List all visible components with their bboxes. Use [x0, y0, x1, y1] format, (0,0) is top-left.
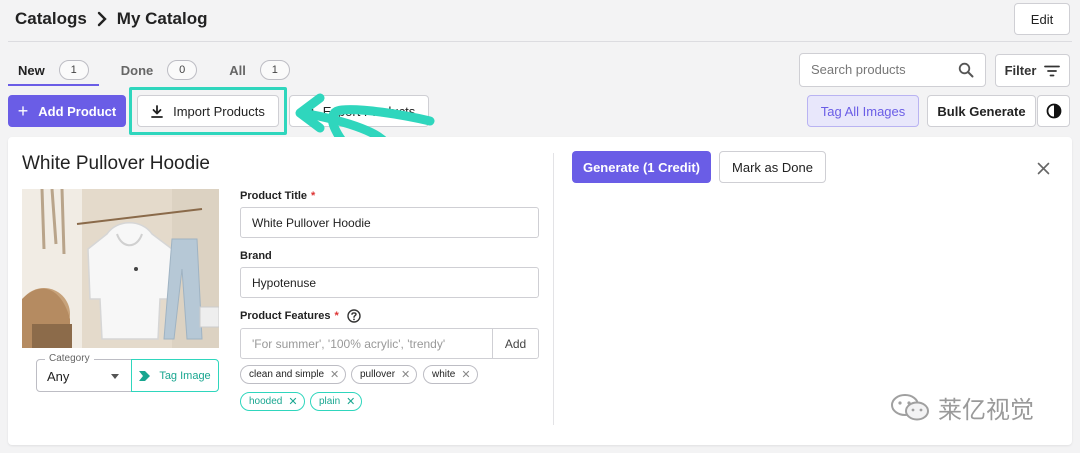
plus-icon: +	[17, 100, 29, 121]
feature-chip-label: hooded	[249, 396, 283, 407]
category-value: Any	[47, 369, 70, 384]
product-features-field: Add	[240, 328, 539, 359]
header-divider	[8, 41, 1072, 42]
tag-all-images-button[interactable]: Tag All Images	[807, 95, 919, 127]
search-icon[interactable]	[958, 62, 974, 83]
tab-done-count: 0	[167, 60, 198, 80]
category-select[interactable]: Category Any	[36, 353, 132, 392]
import-highlight-box	[129, 87, 287, 135]
card-divider	[553, 153, 554, 425]
feature-chip-label: pullover	[360, 369, 396, 380]
wechat-icon	[891, 393, 929, 420]
tab-new-count: 1	[58, 60, 89, 80]
bulk-generate-button[interactable]: Bulk Generate	[927, 95, 1036, 127]
tab-new[interactable]: New 1	[8, 56, 99, 86]
breadcrumb-catalogs[interactable]: Catalogs	[15, 9, 87, 29]
brand-input[interactable]	[252, 276, 492, 290]
filter-icon	[1044, 65, 1061, 76]
chip-remove-icon[interactable]: ✕	[461, 368, 470, 381]
feature-chip[interactable]: pullover ✕	[351, 365, 418, 384]
brand-label: Brand	[240, 250, 272, 262]
chip-remove-icon[interactable]: ✕	[401, 368, 410, 381]
add-feature-button[interactable]: Add	[492, 329, 538, 358]
status-tabs: New 1 Done 0 All 1	[8, 56, 312, 86]
breadcrumb: Catalogs My Catalog	[15, 9, 207, 29]
search-input[interactable]	[811, 62, 951, 77]
watermark: 莱亿视觉	[890, 390, 1034, 425]
top-bar: Catalogs My Catalog Edit	[0, 0, 1080, 40]
tag-image-button[interactable]: Tag Image	[131, 359, 219, 392]
product-title-field	[240, 207, 539, 238]
contrast-icon	[1046, 103, 1061, 119]
chevron-right-icon	[97, 11, 107, 27]
tab-all[interactable]: All 1	[219, 56, 290, 84]
tag-icon	[139, 370, 151, 381]
breadcrumb-current: My Catalog	[116, 9, 208, 28]
filter-label: Filter	[1004, 63, 1037, 78]
required-mark: *	[311, 190, 316, 202]
mark-as-done-button[interactable]: Mark as Done	[719, 151, 826, 183]
tab-new-label: New	[18, 62, 45, 78]
chip-remove-icon[interactable]: ✕	[330, 368, 339, 381]
product-title-label: Product Title *	[240, 190, 315, 202]
filter-button[interactable]: Filter	[995, 54, 1070, 87]
product-title-input[interactable]	[252, 216, 492, 230]
product-image	[22, 189, 219, 348]
close-icon[interactable]	[1037, 162, 1050, 180]
product-features-input[interactable]	[252, 337, 492, 351]
tab-all-count: 1	[259, 60, 290, 80]
feature-chip-label: white	[432, 369, 456, 380]
product-title-label-text: Product Title	[240, 190, 308, 202]
required-mark: *	[334, 310, 339, 322]
brand-label-text: Brand	[240, 250, 272, 262]
feature-chip[interactable]: clean and simple ✕	[240, 365, 347, 384]
feature-chip[interactable]: plain ✕	[310, 392, 363, 411]
tag-image-label: Tag Image	[159, 369, 211, 382]
brand-field	[240, 267, 539, 298]
search-box	[799, 53, 986, 87]
theme-toggle-button[interactable]	[1037, 95, 1070, 127]
product-features-label-text: Product Features	[240, 310, 331, 322]
edit-button[interactable]: Edit	[1014, 3, 1070, 35]
tab-done-label: Done	[120, 62, 154, 78]
feature-chip-label: plain	[319, 396, 341, 407]
watermark-text: 莱亿视觉	[938, 397, 1034, 424]
category-label: Category	[45, 353, 94, 364]
feature-chip-label: clean and simple	[249, 369, 325, 380]
chip-remove-icon[interactable]: ✕	[346, 395, 355, 408]
add-product-label: Add Product	[38, 103, 117, 119]
add-product-button[interactable]: + Add Product	[8, 95, 126, 127]
product-title: White Pullover Hoodie	[22, 153, 210, 174]
feature-chip[interactable]: white ✕	[423, 365, 478, 384]
tab-all-label: All	[229, 62, 246, 78]
generate-button[interactable]: Generate (1 Credit)	[572, 151, 711, 183]
tab-done[interactable]: Done 0	[111, 56, 198, 84]
product-features-label: Product Features *	[240, 309, 361, 323]
caret-down-icon	[111, 374, 119, 379]
feature-chip[interactable]: hooded ✕	[240, 392, 305, 411]
help-icon[interactable]	[347, 309, 361, 323]
chip-remove-icon[interactable]: ✕	[288, 395, 297, 408]
